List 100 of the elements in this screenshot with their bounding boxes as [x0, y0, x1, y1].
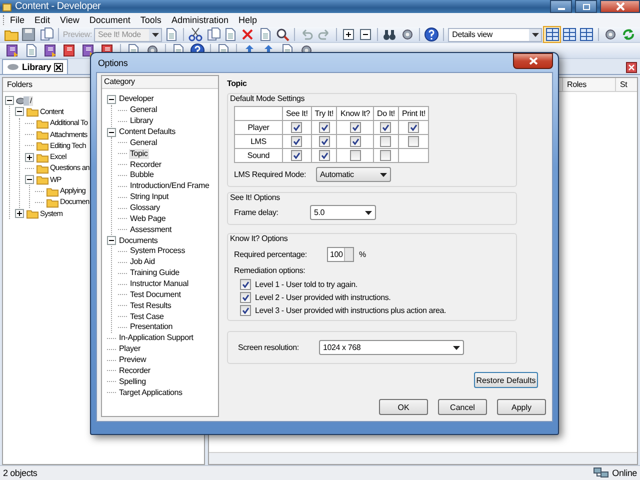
close-button[interactable]: [513, 53, 553, 69]
layout-icon[interactable]: [544, 27, 560, 42]
checkbox[interactable]: [350, 150, 361, 161]
minimize-button[interactable]: [550, 0, 572, 13]
checkbox[interactable]: [318, 122, 330, 133]
restore-button[interactable]: [575, 0, 597, 13]
resolution-dropdown[interactable]: 1024 x 768: [319, 340, 464, 355]
category-item[interactable]: Introduction/End Frame: [129, 181, 210, 192]
category-item[interactable]: Test Document: [129, 290, 182, 300]
menu-item[interactable]: Help: [233, 15, 262, 25]
field-label: Required percentage:: [234, 250, 308, 259]
checkbox[interactable]: [350, 122, 361, 133]
category-item[interactable]: Training Guide: [129, 268, 180, 278]
delete-icon[interactable]: [240, 27, 256, 42]
category-item[interactable]: Preview: [118, 355, 148, 366]
category-item[interactable]: Presentation: [129, 322, 174, 332]
checkbox[interactable]: [240, 305, 251, 316]
category-item[interactable]: Spelling: [118, 376, 147, 387]
checkbox[interactable]: [408, 136, 420, 147]
book-icon[interactable]: [43, 43, 58, 58]
book-icon[interactable]: [62, 43, 77, 58]
checkbox[interactable]: [318, 136, 330, 147]
category-item[interactable]: Job Aid: [129, 257, 156, 268]
category-item[interactable]: Recorder: [129, 160, 162, 170]
collapse-icon[interactable]: [15, 107, 24, 116]
column-header[interactable]: Roles: [562, 78, 615, 91]
pages-icon[interactable]: [38, 27, 54, 42]
category-item[interactable]: Target Applications: [118, 388, 184, 398]
checkbox[interactable]: [380, 150, 392, 161]
scissors-icon[interactable]: [188, 27, 204, 42]
menu-item[interactable]: Tools: [135, 15, 166, 25]
folder-icon: [46, 196, 59, 208]
expand-icon[interactable]: [15, 209, 24, 218]
category-item[interactable]: Topic: [129, 148, 149, 159]
close-button[interactable]: [600, 0, 640, 13]
checkbox[interactable]: [408, 122, 420, 133]
percentage-spinner[interactable]: 100: [327, 247, 354, 262]
checkbox[interactable]: [291, 150, 302, 161]
category-item[interactable]: Recorder: [118, 366, 152, 376]
collapse-icon[interactable]: [107, 94, 116, 104]
ok-button[interactable]: OK: [379, 399, 428, 415]
category-item[interactable]: Test Results: [129, 300, 172, 311]
checkbox[interactable]: [240, 279, 251, 290]
book-icon[interactable]: [81, 43, 96, 58]
pages-icon[interactable]: [206, 27, 221, 42]
folder-icon: [36, 174, 49, 186]
binoculars-icon[interactable]: [382, 27, 398, 42]
category-item[interactable]: Library: [129, 116, 154, 126]
layout-icon[interactable]: [579, 27, 594, 42]
layout-icon[interactable]: [562, 27, 577, 42]
category-item[interactable]: Player: [118, 344, 142, 354]
checkbox-label: Level 2 - User provided with instructions.: [255, 293, 391, 302]
category-item[interactable]: String Input: [129, 192, 170, 202]
collapse-icon[interactable]: [25, 175, 34, 184]
close-icon[interactable]: [54, 62, 64, 72]
menu-item[interactable]: File: [5, 15, 30, 25]
collapse-icon[interactable]: [107, 128, 116, 136]
minus-icon[interactable]: [358, 27, 374, 42]
checkbox[interactable]: [240, 292, 251, 303]
book-icon[interactable]: [5, 43, 20, 58]
menu-item[interactable]: Edit: [30, 15, 56, 25]
mode-dropdown[interactable]: Automatic: [316, 167, 391, 182]
checkbox[interactable]: [318, 150, 330, 161]
collapse-icon[interactable]: [107, 236, 116, 246]
checkbox[interactable]: [291, 136, 302, 147]
help-icon[interactable]: [424, 27, 440, 42]
magnifier-icon[interactable]: [275, 27, 290, 42]
collapse-icon[interactable]: [5, 96, 14, 106]
category-item[interactable]: System Process: [129, 246, 186, 256]
close-icon[interactable]: [626, 62, 637, 73]
plus-icon[interactable]: [340, 27, 356, 42]
category-item[interactable]: Documents: [118, 236, 159, 246]
checkbox[interactable]: [380, 122, 392, 133]
delay-dropdown[interactable]: 5.0: [310, 205, 376, 220]
apply-button[interactable]: Apply: [497, 399, 546, 415]
checkbox[interactable]: [380, 136, 392, 147]
view-dropdown[interactable]: Details view: [448, 28, 542, 42]
restore-defaults-button[interactable]: Restore Defaults: [474, 372, 538, 388]
category-item[interactable]: Bubble: [129, 170, 155, 180]
category-item[interactable]: Glossary: [129, 203, 161, 214]
category-item[interactable]: Test Case: [129, 312, 165, 322]
category-item[interactable]: In-Application Support: [118, 333, 194, 344]
cancel-button[interactable]: Cancel: [438, 399, 487, 415]
expand-icon[interactable]: [25, 152, 34, 162]
column-header[interactable]: St: [615, 78, 637, 91]
refresh-icon[interactable]: [620, 27, 636, 42]
category-item[interactable]: General: [129, 138, 158, 148]
category-item[interactable]: Developer: [118, 94, 155, 104]
category-item[interactable]: Web Page: [129, 214, 167, 224]
category-item[interactable]: Content Defaults: [118, 127, 176, 137]
category-item[interactable]: General: [129, 105, 158, 116]
checkbox[interactable]: [350, 136, 361, 147]
library-tab[interactable]: Library: [2, 59, 68, 74]
checkbox[interactable]: [291, 122, 302, 133]
category-item[interactable]: Assessment: [129, 224, 173, 235]
folder-icon: [26, 106, 39, 118]
menu-item[interactable]: View: [55, 15, 84, 25]
menu-item[interactable]: Document: [84, 15, 136, 25]
menu-item[interactable]: Administration: [166, 15, 234, 25]
category-item[interactable]: Instructor Manual: [129, 279, 190, 290]
